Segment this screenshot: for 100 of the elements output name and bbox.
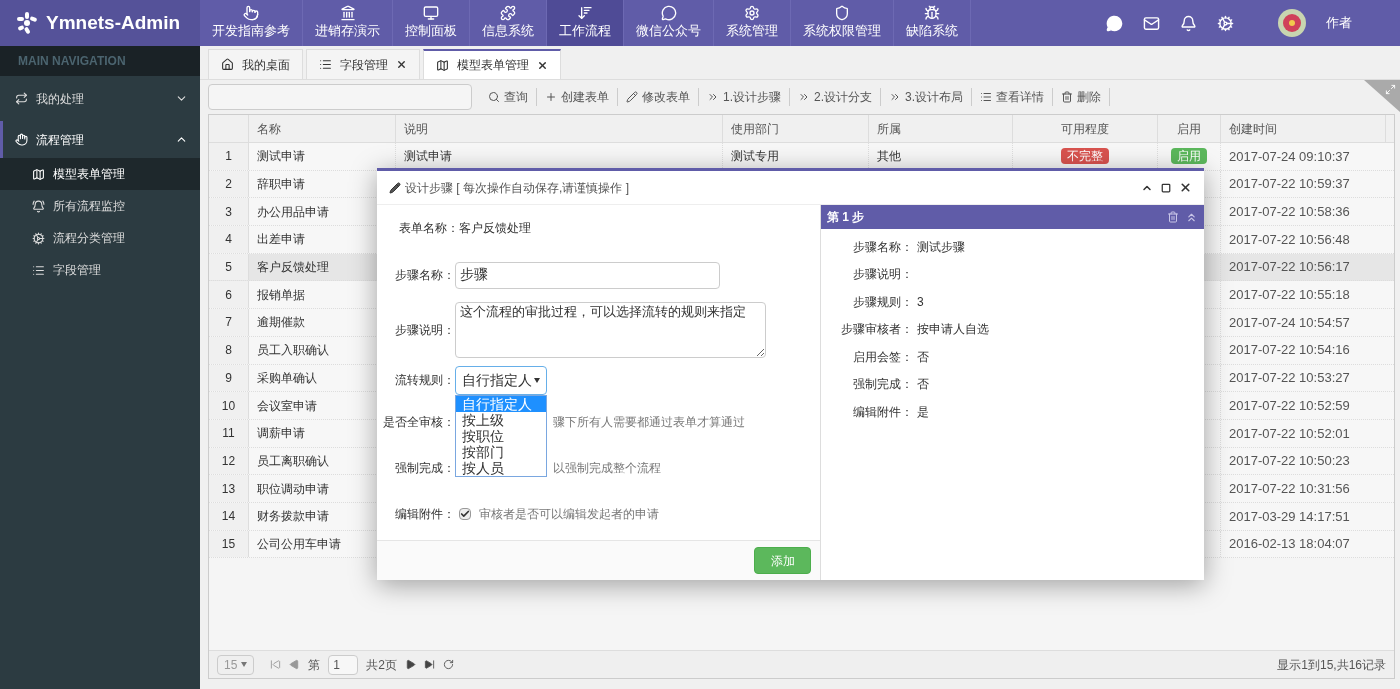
sidebar-subitem[interactable]: 字段管理 [0,254,200,286]
row-number: 3 [209,198,249,226]
detail-value: 测试步骤 [917,238,965,255]
top-nav-item[interactable]: 缺陷系统 [894,0,971,46]
form-name-value: 客户反馈处理 [459,220,531,236]
close-icon[interactable] [1179,181,1192,194]
table-cell-text: 2017-07-24 10:54:57 [1228,313,1351,332]
tab[interactable]: 字段管理 [306,49,420,79]
form-name-label: 表单名称： [399,220,459,236]
row-number: 1 [209,143,249,170]
row-number: 13 [209,475,249,502]
column-header[interactable]: 使用部门 [723,115,869,142]
detail-label: 编辑附件： [852,403,913,420]
table-cell-text: 2017-07-22 10:31:56 [1228,479,1351,498]
top-nav-item[interactable]: 微信公众号 [624,0,714,46]
step-name-field[interactable]: 步骤 [455,261,720,289]
table-cell-text: 2017-07-22 10:53:27 [1228,369,1351,388]
tab[interactable]: 模型表单管理 [423,49,561,79]
toolbar-button[interactable]: 查询 [480,88,537,106]
status-badge: 启用 [1171,148,1207,165]
table-row[interactable]: 1 测试申请 测试申请 测试专用 其他 不完整 启用 2017-07-24 09:10:37 [209,143,1394,171]
refresh-icon[interactable] [443,659,455,670]
maximize-icon[interactable] [1161,182,1171,193]
row-number: 14 [209,502,249,530]
detail-value: 是 [917,403,929,420]
caret-icon [241,662,248,667]
search-field[interactable] [208,84,472,110]
dropdown-option[interactable]: 按部门 [456,444,546,460]
tab-icon [436,58,449,72]
row-number: 10 [209,392,249,419]
double-arrow-icon [707,91,719,103]
page-field[interactable]: 1 [328,654,359,675]
row-number: 2 [209,170,249,198]
field-label: 步骤说明： [394,322,455,338]
top-nav-item[interactable]: 系统管理 [714,0,791,46]
pencil-icon [626,91,638,103]
table-cell-text: 2017-07-24 09:10:37 [1228,147,1351,166]
trash-icon [1061,91,1074,103]
logo[interactable]: Ymnets-Admin [0,0,200,46]
checkbox[interactable] [459,508,471,520]
top-nav-item[interactable]: 开发指南参考 [200,0,303,46]
column-header[interactable]: 可用程度 [1013,115,1158,142]
tab-icon [319,58,332,71]
dropdown-option[interactable]: 按职位 [456,428,546,444]
toolbar-button[interactable]: 删除 [1053,88,1111,106]
toolbar-button[interactable]: 2.设计分支 [790,88,882,106]
nav-icon [660,5,677,22]
column-header[interactable]: 创建时间 [1221,115,1386,142]
check-icon [460,509,470,519]
step-description-field[interactable]: 这个流程的审批过程，可以选择流转的规则来指定 [455,302,766,358]
toolbar-button[interactable]: 查看详情 [972,88,1054,106]
close-icon[interactable] [396,59,407,70]
detail-value: 3 [917,293,924,310]
sidebar-subitem[interactable]: 流程分类管理 [0,222,200,254]
detail-label: 步骤说明： [852,266,913,283]
next-page-icon[interactable] [405,659,417,670]
field-label: 编辑附件： [394,506,455,522]
tab[interactable]: 我的桌面 [208,49,303,79]
toolbar-button[interactable]: 3.设计布局 [881,88,973,106]
top-nav-item[interactable]: 系统权限管理 [791,0,894,46]
nav-icon [577,5,593,22]
dropdown-option[interactable]: 按人员 [456,460,546,476]
top-nav-item[interactable]: 控制面板 [393,0,470,46]
detail-value: 否 [917,376,929,393]
sidebar-heading: MAIN NAVIGATION [0,46,200,76]
trash-icon[interactable] [1167,211,1179,223]
bell-icon[interactable] [1180,14,1197,32]
last-page-icon[interactable] [424,659,436,670]
record-summary: 显示1到15,共16记录 [1277,656,1386,673]
close-icon[interactable] [537,59,548,71]
table-cell-text: 2017-07-22 10:56:48 [1228,230,1351,249]
user-name[interactable]: 作者 [1326,13,1352,33]
column-header[interactable]: 启用 [1158,115,1221,142]
caret-icon [534,377,540,383]
top-nav-item[interactable]: 工作流程 [547,0,624,46]
column-header[interactable]: 名称 [249,115,396,142]
settings-icon[interactable] [1217,14,1234,32]
sidebar-subitem[interactable]: 模型表单管理 [0,158,200,190]
table-cell-text: 2017-07-22 10:52:01 [1228,424,1351,443]
sidebar-item[interactable]: 我的处理 [0,80,200,117]
sidebar-subitem[interactable]: 所有流程监控 [0,190,200,222]
row-number: 9 [209,364,249,392]
top-nav-item[interactable]: 进销存演示 [303,0,393,46]
sidebar-icon [15,133,28,146]
double-arrow-icon [798,91,810,103]
toolbar-button[interactable]: 创建表单 [537,88,618,106]
row-number: 12 [209,447,249,475]
rule-select[interactable]: 自行指定人 [455,365,547,395]
nav-icon [744,5,760,22]
avatar[interactable] [1278,9,1306,37]
toolbar-button[interactable]: 1.设计步骤 [699,88,790,106]
mail-icon[interactable] [1143,14,1160,32]
chat-icon[interactable] [1106,14,1123,32]
dropdown-option[interactable]: 按上级 [456,412,546,428]
column-header[interactable]: 所属 [869,115,1013,142]
field-label: 步骤名称： [394,267,455,283]
column-header[interactable]: 说明 [396,115,723,142]
detail-label: 步骤规则： [852,293,913,310]
toolbar-button[interactable]: 修改表单 [618,88,699,106]
table-cell-text: 2017-07-22 10:58:36 [1228,203,1351,222]
